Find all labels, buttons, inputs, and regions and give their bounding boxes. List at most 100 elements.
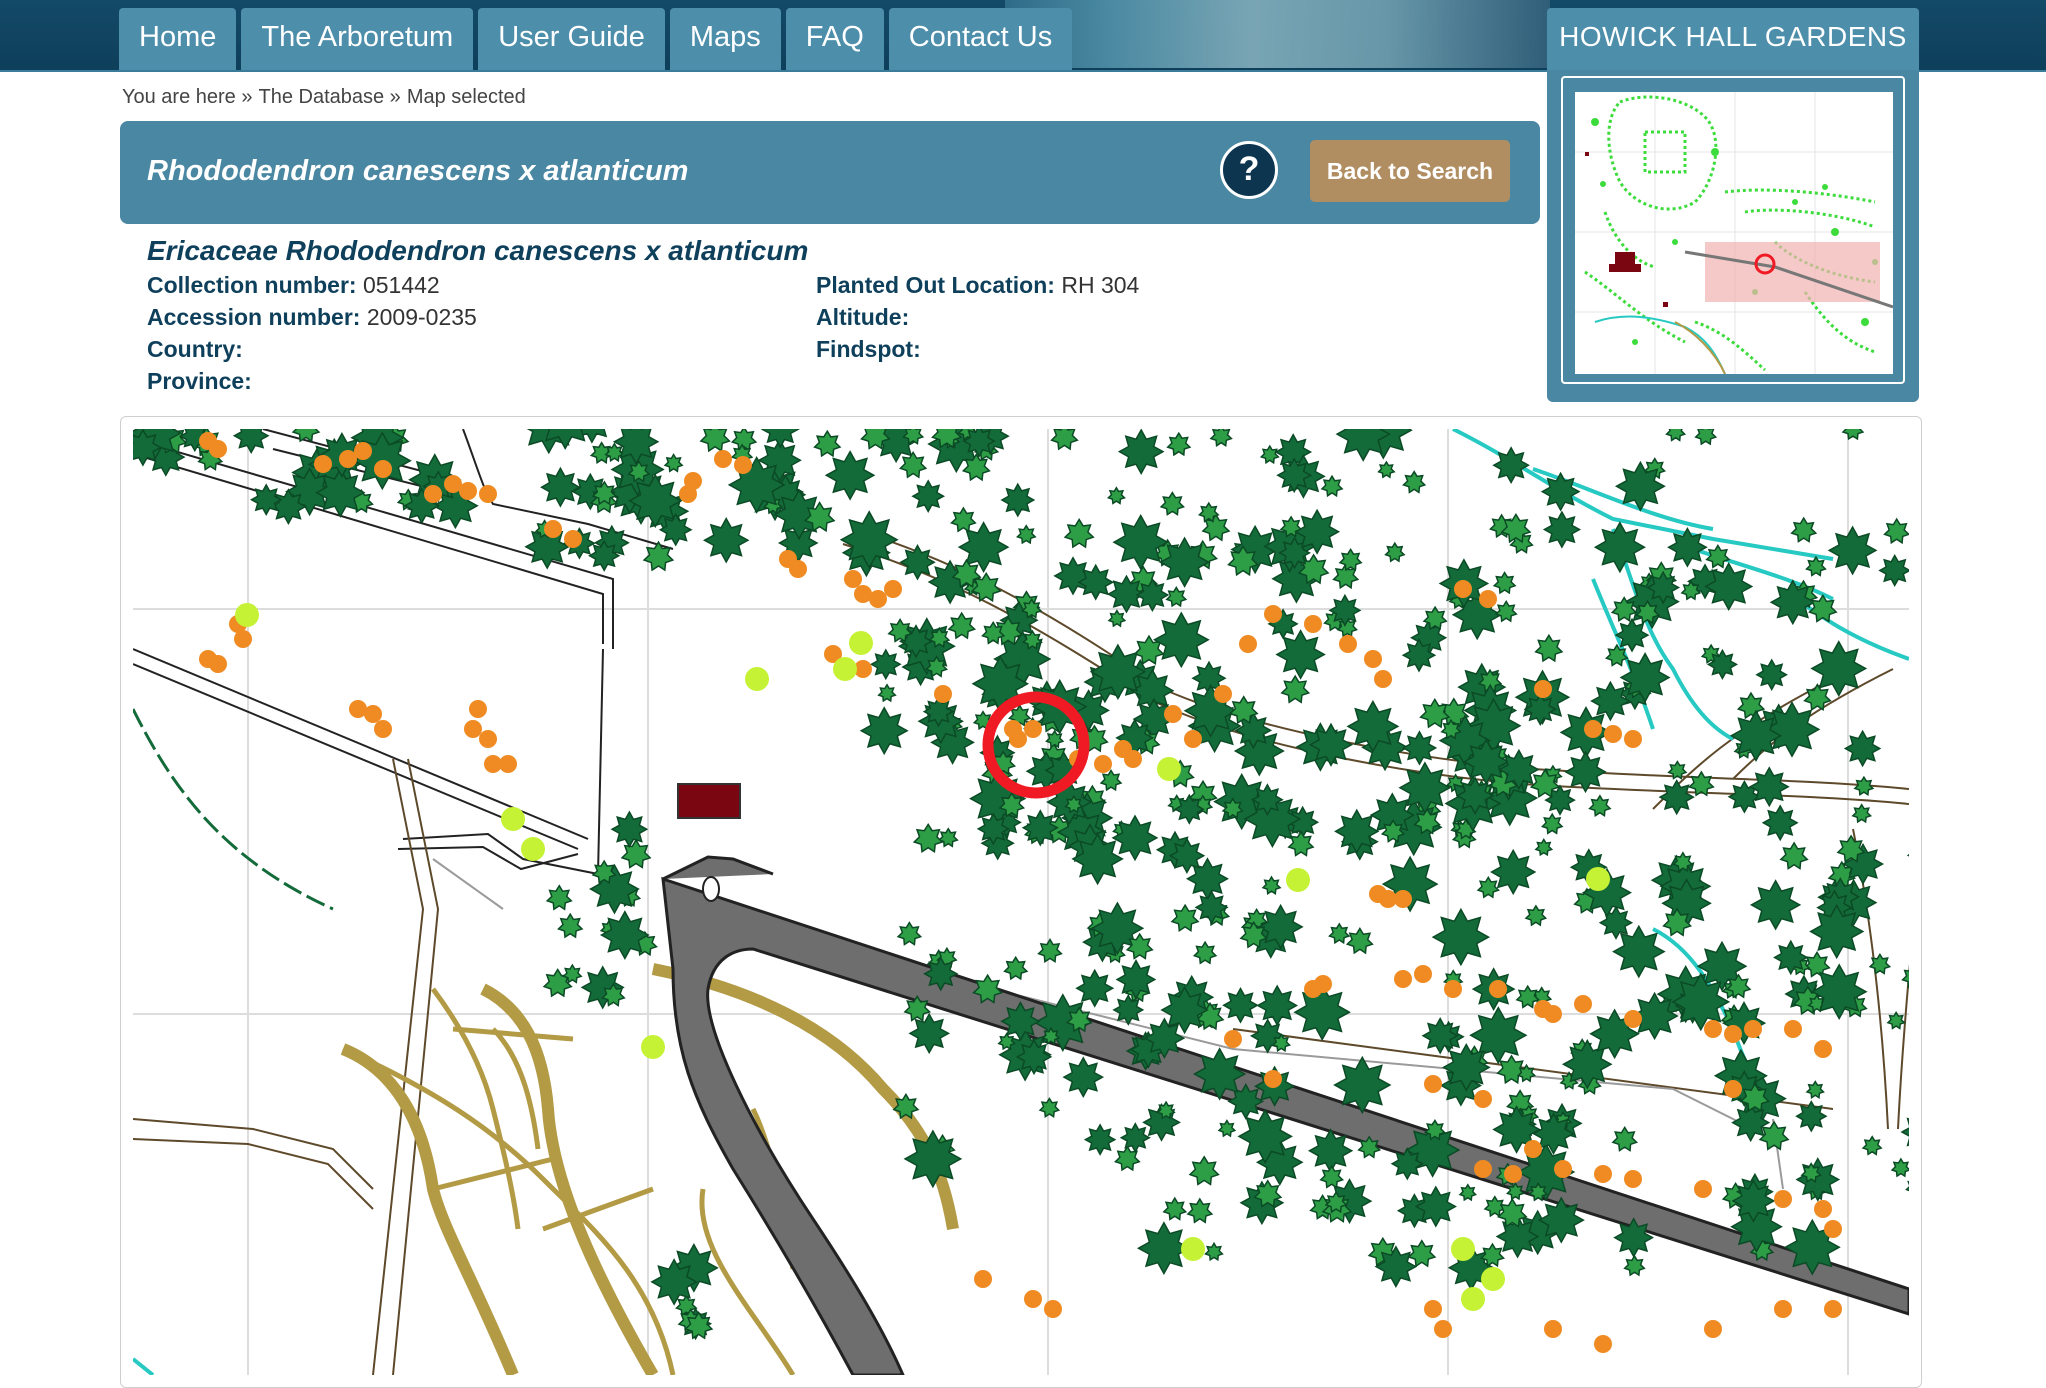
tree-symbol bbox=[908, 1012, 951, 1055]
help-button[interactable]: ? bbox=[1220, 141, 1278, 199]
tree-symbol bbox=[1878, 553, 1909, 587]
breadcrumb-database[interactable]: The Database » bbox=[258, 86, 400, 108]
shrub-symbol bbox=[1024, 1290, 1042, 1308]
tree-symbol bbox=[540, 466, 581, 508]
garden-map[interactable] bbox=[120, 416, 1922, 1388]
shrub-symbol bbox=[1814, 1040, 1832, 1058]
tree-symbol bbox=[1455, 776, 1495, 815]
nav-maps[interactable]: Maps bbox=[669, 8, 781, 70]
tree-symbol bbox=[1421, 1017, 1459, 1055]
planted-location-label: Planted Out Location: bbox=[816, 272, 1055, 298]
nav-home[interactable]: Home bbox=[119, 8, 237, 70]
tree-symbol bbox=[599, 910, 650, 960]
shrub-symbol bbox=[1704, 1020, 1722, 1038]
shrub-symbol bbox=[564, 530, 582, 548]
shrub-symbol bbox=[1814, 1200, 1832, 1218]
tree-symbol bbox=[1222, 986, 1259, 1024]
tree-symbol bbox=[1906, 853, 1909, 857]
shrub-symbol bbox=[714, 450, 732, 468]
accession-number-field: Accession number: 2009-0235 bbox=[147, 304, 477, 331]
shrub-symbol bbox=[1584, 720, 1602, 738]
tree-symbol bbox=[1328, 922, 1351, 945]
shrub-symbol bbox=[1424, 1300, 1442, 1318]
tree-symbol bbox=[1614, 617, 1650, 653]
tree-symbol bbox=[1537, 1196, 1585, 1244]
building bbox=[677, 783, 741, 819]
tree-symbol bbox=[1168, 837, 1206, 875]
tree-symbol bbox=[1612, 924, 1666, 979]
tree-symbol bbox=[291, 429, 321, 443]
tree-symbol bbox=[1071, 832, 1124, 886]
tree-symbol bbox=[1729, 709, 1783, 763]
shrub-symbol bbox=[1239, 635, 1257, 653]
shrub-symbol bbox=[1474, 1160, 1492, 1178]
back-to-search-button[interactable]: Back to Search bbox=[1310, 140, 1510, 202]
collection-number-field: Collection number: 051442 bbox=[147, 272, 440, 299]
country-label: Country: bbox=[147, 336, 243, 362]
shrub-symbol bbox=[1744, 1020, 1762, 1038]
tree-symbol bbox=[1827, 525, 1878, 576]
tree-symbol bbox=[839, 510, 899, 570]
tree-symbol bbox=[1769, 579, 1816, 626]
tree-symbol bbox=[1083, 1123, 1117, 1156]
tree-symbol bbox=[760, 429, 800, 449]
shrub-symbol bbox=[1304, 615, 1322, 633]
shrub-symbol bbox=[1264, 1070, 1282, 1088]
plant-symbol bbox=[501, 807, 525, 831]
tree-symbol bbox=[1540, 471, 1581, 512]
tree-symbol bbox=[1401, 638, 1437, 673]
garden-map-canvas[interactable] bbox=[133, 429, 1909, 1375]
tree-symbol bbox=[1476, 875, 1500, 899]
tree-symbol bbox=[1779, 841, 1809, 870]
province-field: Province: bbox=[147, 368, 252, 395]
accession-number-label: Accession number: bbox=[147, 304, 361, 330]
tree-symbol bbox=[824, 450, 876, 501]
shrub-symbol bbox=[374, 720, 392, 738]
shrub-symbol bbox=[1489, 980, 1507, 998]
nav-user-guide[interactable]: User Guide bbox=[478, 8, 665, 70]
tree-symbol bbox=[1106, 486, 1126, 505]
tree-symbol bbox=[1407, 1239, 1437, 1268]
shrub-symbol bbox=[1444, 980, 1462, 998]
province-label: Province: bbox=[147, 368, 252, 394]
page-title: Rhododendron canescens x atlanticum bbox=[147, 155, 689, 187]
nav-faq[interactable]: FAQ bbox=[785, 8, 884, 70]
tree-symbol bbox=[896, 921, 923, 946]
tree-symbol bbox=[1115, 959, 1157, 1000]
tree-symbol bbox=[1119, 1122, 1151, 1154]
shrub-symbol bbox=[479, 485, 497, 503]
tree-symbol bbox=[1658, 779, 1695, 816]
nav-contact-us[interactable]: Contact Us bbox=[888, 8, 1073, 70]
locator-map-panel bbox=[1547, 70, 1919, 402]
tree-symbol bbox=[898, 450, 928, 479]
tree-symbol bbox=[1062, 1056, 1105, 1098]
tree-symbol bbox=[1853, 775, 1875, 796]
tree-symbol bbox=[1050, 429, 1079, 451]
tree-symbol bbox=[628, 473, 683, 529]
tree-symbol bbox=[658, 512, 693, 547]
planted-location-value: RH 304 bbox=[1061, 272, 1140, 298]
nav-arboretum[interactable]: The Arboretum bbox=[241, 8, 474, 70]
locator-map[interactable] bbox=[1575, 92, 1894, 375]
tree-symbol bbox=[1414, 1185, 1457, 1228]
tree-symbol bbox=[1646, 570, 1681, 605]
tree-symbol bbox=[1534, 633, 1564, 663]
title-panel: Rhododendron canescens x atlanticum ? Ba… bbox=[120, 121, 1540, 224]
shrub-symbol bbox=[1504, 1165, 1522, 1183]
tree-symbol bbox=[1000, 482, 1036, 518]
site-title[interactable]: HOWICK HALL GARDENS bbox=[1547, 8, 1919, 70]
tree-symbol bbox=[545, 884, 573, 911]
tree-symbol bbox=[1809, 903, 1865, 960]
shrub-symbol bbox=[1479, 590, 1497, 608]
accession-number-value: 2009-0235 bbox=[366, 304, 477, 330]
collection-number-value: 051442 bbox=[362, 272, 440, 298]
plant-full-name: Ericaceae Rhododendron canescens x atlan… bbox=[147, 235, 809, 266]
shrub-symbol bbox=[1554, 1160, 1572, 1178]
shrub-symbol bbox=[1594, 1165, 1612, 1183]
shrub-symbol bbox=[1454, 580, 1472, 598]
shrub-symbol bbox=[1264, 605, 1282, 623]
tree-symbol bbox=[813, 429, 842, 458]
tree-symbol bbox=[1117, 429, 1165, 475]
tree-symbol bbox=[1166, 431, 1192, 457]
shrub-symbol bbox=[1024, 720, 1042, 738]
